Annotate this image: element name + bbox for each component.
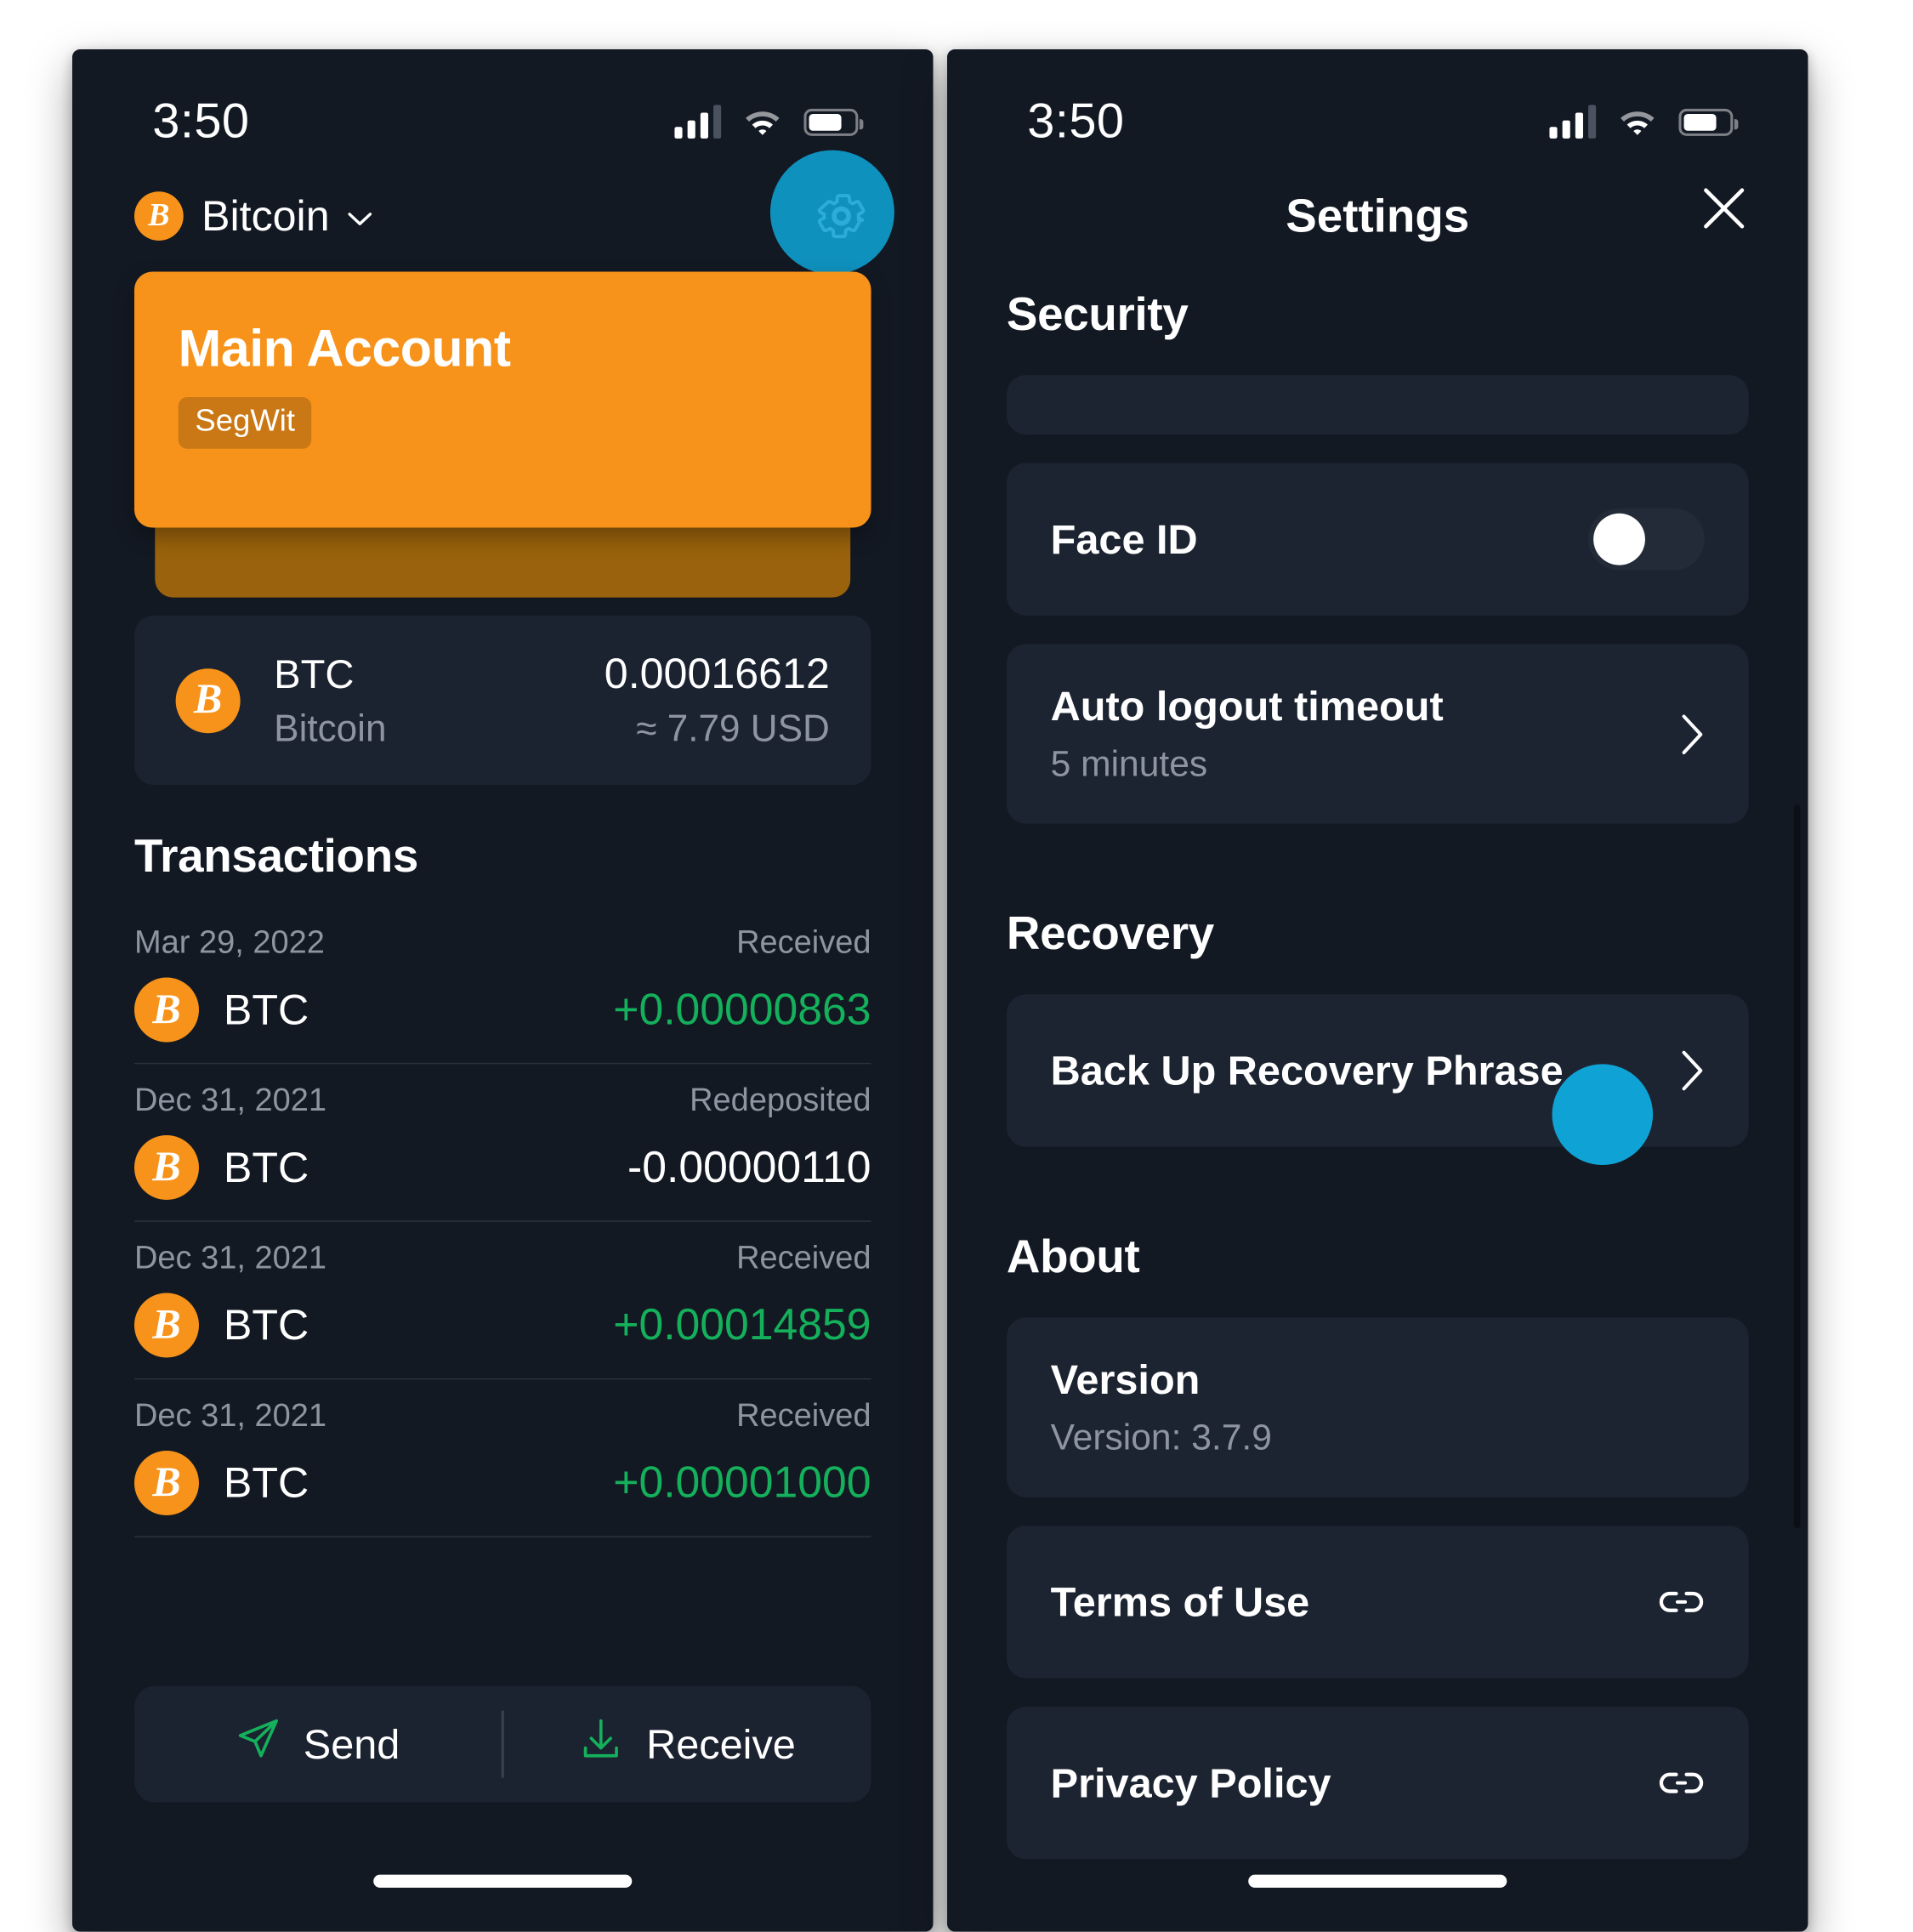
bitcoin-icon: B xyxy=(133,191,184,241)
balance-amount: 0.00016612 xyxy=(604,649,830,697)
chevron-right-icon xyxy=(1682,713,1705,755)
version-label: Version xyxy=(1050,1355,1201,1403)
transactions-list: Mar 29, 2022 Received B BTC +0.00000863 … xyxy=(133,906,871,1537)
bitcoin-icon: B xyxy=(133,1450,199,1515)
wallet-action-bar: Send Receive xyxy=(133,1685,871,1803)
wifi-icon xyxy=(1618,106,1657,137)
version-value: Version: 3.7.9 xyxy=(1050,1417,1272,1458)
face-id-label: Face ID xyxy=(1050,515,1198,562)
transaction-status: Received xyxy=(736,1240,871,1276)
coin-selector[interactable]: B Bitcoin xyxy=(133,191,372,241)
settings-row-privacy-policy[interactable]: Privacy Policy xyxy=(1006,1706,1749,1860)
transaction-symbol: BTC xyxy=(223,1458,309,1507)
close-icon xyxy=(1704,188,1745,229)
chevron-down-icon xyxy=(348,209,372,225)
section-heading-security: Security xyxy=(1006,287,1189,341)
settings-row-face-id[interactable]: Face ID xyxy=(1006,463,1749,616)
link-icon xyxy=(1658,1588,1705,1616)
privacy-label: Privacy Policy xyxy=(1050,1759,1331,1806)
status-bar: 3:50 xyxy=(72,49,934,161)
transaction-symbol: BTC xyxy=(223,1300,309,1349)
chevron-right-icon xyxy=(1682,1050,1705,1092)
transaction-date: Dec 31, 2021 xyxy=(133,1397,327,1435)
bitcoin-icon: B xyxy=(133,1135,199,1201)
table-row[interactable]: Dec 31, 2021 Received B BTC +0.00001000 xyxy=(133,1379,871,1537)
transaction-status: Received xyxy=(736,1397,871,1435)
bitcoin-icon: B xyxy=(133,1293,199,1358)
auto-logout-value: 5 minutes xyxy=(1050,743,1208,784)
table-row[interactable]: Dec 31, 2021 Redeposited B BTC -0.000001… xyxy=(133,1064,871,1222)
auto-logout-label: Auto logout timeout xyxy=(1050,682,1444,730)
receive-label: Receive xyxy=(646,1719,796,1767)
close-button[interactable] xyxy=(1697,181,1751,236)
transaction-symbol: BTC xyxy=(223,1143,309,1191)
transaction-status: Received xyxy=(736,924,871,961)
settings-row-backup-recovery-phrase[interactable]: Back Up Recovery Phrase xyxy=(1006,994,1749,1147)
receive-button[interactable]: Receive xyxy=(503,1717,871,1771)
battery-icon xyxy=(1678,108,1739,136)
account-type-chip: SegWit xyxy=(178,396,312,449)
transaction-symbol: BTC xyxy=(223,985,309,1033)
home-indicator xyxy=(373,1874,633,1888)
settings-row-terms-of-use[interactable]: Terms of Use xyxy=(1006,1526,1749,1679)
bitcoin-icon: B xyxy=(133,977,199,1043)
balance-coin-name: Bitcoin xyxy=(274,708,387,750)
balance-rows: BTC 0.00016612 Bitcoin ≈ 7.79 USD xyxy=(274,649,830,751)
send-label: Send xyxy=(303,1719,400,1767)
gear-icon xyxy=(817,194,866,239)
transactions-heading: Transactions xyxy=(133,828,418,883)
transaction-amount: +0.00000863 xyxy=(613,984,871,1034)
cellular-signal-icon xyxy=(1549,105,1597,139)
transaction-status: Redeposited xyxy=(690,1082,871,1119)
transaction-date: Dec 31, 2021 xyxy=(133,1082,327,1119)
transaction-amount: +0.00014859 xyxy=(613,1299,871,1350)
link-icon xyxy=(1658,1769,1705,1797)
terms-label: Terms of Use xyxy=(1050,1577,1310,1625)
status-time: 3:50 xyxy=(1027,94,1125,149)
balance-card[interactable]: B BTC 0.00016612 Bitcoin ≈ 7.79 USD xyxy=(133,615,871,786)
transaction-date: Mar 29, 2022 xyxy=(133,924,325,961)
receive-download-icon xyxy=(579,1717,623,1771)
send-paper-plane-icon xyxy=(236,1717,281,1771)
settings-header: Settings xyxy=(947,161,1808,253)
backup-label: Back Up Recovery Phrase xyxy=(1050,1046,1564,1094)
balance-fiat: ≈ 7.79 USD xyxy=(636,708,830,750)
settings-row-version: Version Version: 3.7.9 xyxy=(1006,1317,1749,1497)
section-heading-about: About xyxy=(1006,1230,1140,1283)
account-title: Main Account xyxy=(178,321,511,378)
status-icons xyxy=(1549,105,1739,139)
section-heading-recovery: Recovery xyxy=(1006,906,1214,960)
battery-icon xyxy=(803,108,864,136)
bitcoin-icon: B xyxy=(175,668,241,733)
home-indicator xyxy=(1248,1874,1507,1888)
transaction-amount: +0.00001000 xyxy=(613,1458,871,1508)
balance-symbol: BTC xyxy=(274,651,355,697)
settings-button[interactable] xyxy=(812,186,871,246)
transaction-date: Dec 31, 2021 xyxy=(133,1240,327,1276)
settings-row-auto-logout[interactable]: Auto logout timeout 5 minutes xyxy=(1006,644,1749,824)
wallet-phone-screen: 3:50 B Bitcoin Main Account SegWit B BTC… xyxy=(72,49,934,1932)
settings-scroll-area[interactable]: Security Face ID Auto logout timeout 5 m… xyxy=(947,287,1808,1860)
coin-selector-label: Bitcoin xyxy=(202,191,330,240)
send-button[interactable]: Send xyxy=(134,1717,502,1771)
settings-card-clipped-top[interactable] xyxy=(1006,375,1749,435)
settings-phone-screen: 3:50 Settings Security Face ID Auto logo… xyxy=(947,49,1808,1932)
status-bar: 3:50 xyxy=(947,49,1808,161)
toggle-knob xyxy=(1593,513,1645,565)
table-row[interactable]: Dec 31, 2021 Received B BTC +0.00014859 xyxy=(133,1222,871,1380)
status-icons xyxy=(674,105,864,139)
face-id-toggle[interactable] xyxy=(1588,508,1705,571)
screenshot-stage: 3:50 B Bitcoin Main Account SegWit B BTC… xyxy=(0,0,1913,1932)
cellular-signal-icon xyxy=(674,105,722,139)
wallet-header: B Bitcoin xyxy=(72,150,934,275)
transaction-amount: -0.00000110 xyxy=(627,1142,871,1192)
wifi-icon xyxy=(743,106,782,137)
account-card[interactable]: Main Account SegWit xyxy=(133,271,871,528)
page-title: Settings xyxy=(1286,189,1470,242)
account-card-stack: Main Account SegWit xyxy=(133,271,871,598)
table-row[interactable]: Mar 29, 2022 Received B BTC +0.00000863 xyxy=(133,906,871,1065)
status-time: 3:50 xyxy=(152,94,250,149)
scrollbar[interactable] xyxy=(1793,804,1801,1529)
